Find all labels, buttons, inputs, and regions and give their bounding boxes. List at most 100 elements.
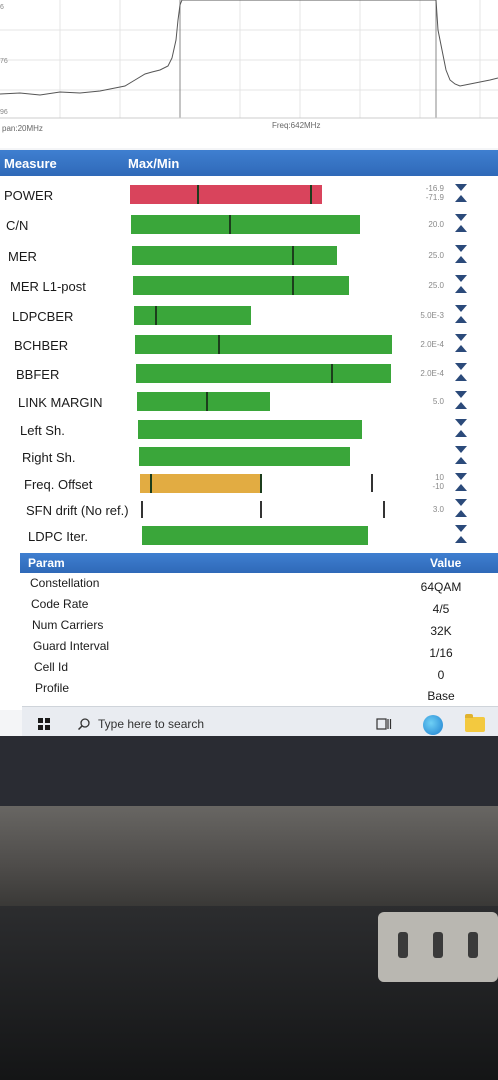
increase-arrow-icon[interactable] — [455, 510, 467, 517]
increase-arrow-icon[interactable] — [455, 225, 467, 232]
measure-column-header: Measure — [4, 156, 57, 171]
scale-label-mid: 76 — [0, 58, 8, 65]
decrease-arrow-icon[interactable] — [455, 363, 467, 370]
increase-arrow-icon[interactable] — [455, 457, 467, 464]
measure-limit-value: 2.0E-4 — [420, 340, 444, 349]
increase-arrow-icon[interactable] — [455, 195, 467, 202]
monitor-stand — [0, 806, 498, 906]
search-placeholder: Type here to search — [98, 717, 205, 731]
measure-level-bar — [131, 215, 360, 234]
increase-arrow-icon[interactable] — [455, 402, 467, 409]
measure-row: POWER -16.9 -71.9 — [0, 183, 498, 209]
search-icon — [78, 718, 90, 730]
measure-row: SFN drift (No ref.) 3.0 — [0, 498, 498, 524]
measure-label: BBFER — [16, 367, 60, 382]
increase-arrow-icon[interactable] — [455, 430, 467, 437]
socket-hole — [398, 932, 408, 958]
measure-label: LDPCBER — [12, 309, 74, 324]
offset-marker — [371, 474, 373, 492]
scale-label-top: 6 — [0, 4, 4, 11]
windows-start-icon[interactable] — [38, 718, 50, 730]
decrease-arrow-icon[interactable] — [455, 499, 467, 506]
param-label: Num Carriers — [32, 618, 104, 632]
spectrum-graph: 6 76 96 pan:20MHz Freq:642MHz — [0, 0, 498, 148]
measure-limit-value: 25.0 — [428, 251, 444, 260]
limit-tick — [218, 335, 220, 354]
limit-tick — [292, 246, 294, 265]
measure-level-bar — [139, 447, 350, 466]
increase-arrow-icon[interactable] — [455, 374, 467, 381]
measure-row: C/N 20.0 — [0, 213, 498, 239]
limit-tick — [197, 185, 199, 204]
param-label: Code Rate — [31, 597, 89, 611]
decrease-arrow-icon[interactable] — [455, 473, 467, 480]
measure-row: BBFER 2.0E-4 — [0, 362, 498, 388]
decrease-arrow-icon[interactable] — [455, 446, 467, 453]
decrease-arrow-icon[interactable] — [455, 275, 467, 282]
increase-arrow-icon[interactable] — [455, 484, 467, 491]
measure-level-bar — [136, 364, 391, 383]
scale-label-low: 96 — [0, 109, 8, 116]
measure-level-bar — [133, 276, 349, 295]
measure-limit-value: 10 -10 — [432, 473, 444, 491]
measure-limit-value: 2.0E-4 — [420, 369, 444, 378]
taskbar-search-box[interactable]: Type here to search — [78, 711, 378, 737]
decrease-arrow-icon[interactable] — [455, 334, 467, 341]
decrease-arrow-icon[interactable] — [455, 419, 467, 426]
drift-marker — [141, 501, 143, 518]
increase-arrow-icon[interactable] — [455, 345, 467, 352]
limit-tick — [331, 364, 333, 383]
limit-tick — [229, 215, 231, 234]
limit-tick — [150, 474, 152, 493]
task-view-icon[interactable] — [376, 716, 392, 732]
param-value: 4/5 — [432, 602, 450, 616]
param-label: Constellation — [30, 576, 100, 590]
measure-label: MER L1-post — [10, 279, 86, 294]
measure-level-bar — [134, 306, 251, 325]
monitor-bezel — [0, 736, 498, 806]
increase-arrow-icon[interactable] — [455, 316, 467, 323]
measure-label: SFN drift (No ref.) — [26, 503, 129, 518]
measure-label: LDPC Iter. — [28, 529, 88, 544]
decrease-arrow-icon[interactable] — [455, 525, 467, 532]
limit-tick — [310, 185, 312, 204]
span-label: pan:20MHz — [2, 124, 43, 133]
measure-row: MER 25.0 — [0, 244, 498, 270]
measure-limit-value: 25.0 — [428, 281, 444, 290]
limit-tick — [292, 276, 294, 295]
file-explorer-icon[interactable] — [465, 714, 485, 732]
increase-arrow-icon[interactable] — [455, 286, 467, 293]
decrease-arrow-icon[interactable] — [455, 305, 467, 312]
measure-limit-value: -16.9 -71.9 — [425, 184, 444, 202]
measure-limit-value: 3.0 — [432, 505, 444, 514]
measure-limit-value: 5.0 — [432, 397, 444, 406]
decrease-arrow-icon[interactable] — [455, 245, 467, 252]
maxmin-column-header: Max/Min — [128, 156, 180, 171]
param-label: Guard Interval — [33, 639, 110, 653]
measure-row: LDPCBER 5.0E-3 — [0, 304, 498, 330]
measure-row: Left Sh. — [0, 418, 498, 444]
decrease-arrow-icon[interactable] — [455, 184, 467, 191]
param-label: Profile — [35, 681, 70, 695]
param-value: 32K — [430, 624, 452, 638]
limit-tick — [260, 474, 262, 493]
measure-level-bar — [132, 246, 337, 265]
decrease-arrow-icon[interactable] — [455, 391, 467, 398]
param-value: 64QAM — [420, 580, 462, 594]
param-value: 0 — [437, 668, 445, 682]
measure-row: BCHBER 2.0E-4 — [0, 333, 498, 359]
increase-arrow-icon[interactable] — [455, 536, 467, 543]
power-socket — [378, 912, 498, 982]
decrease-arrow-icon[interactable] — [455, 214, 467, 221]
monitor-screen: 6 76 96 pan:20MHz Freq:642MHz Measure Ma… — [0, 0, 498, 740]
measure-level-bar — [138, 420, 362, 439]
limit-tick — [206, 392, 208, 411]
spectrum-plot — [0, 0, 498, 119]
measure-limit-value: 20.0 — [428, 220, 444, 229]
edge-browser-icon[interactable] — [423, 715, 443, 735]
param-value: Base — [427, 689, 455, 703]
measure-row: Right Sh. — [0, 445, 498, 471]
measure-label: Freq. Offset — [24, 477, 93, 492]
increase-arrow-icon[interactable] — [455, 256, 467, 263]
measure-level-bar — [135, 335, 392, 354]
